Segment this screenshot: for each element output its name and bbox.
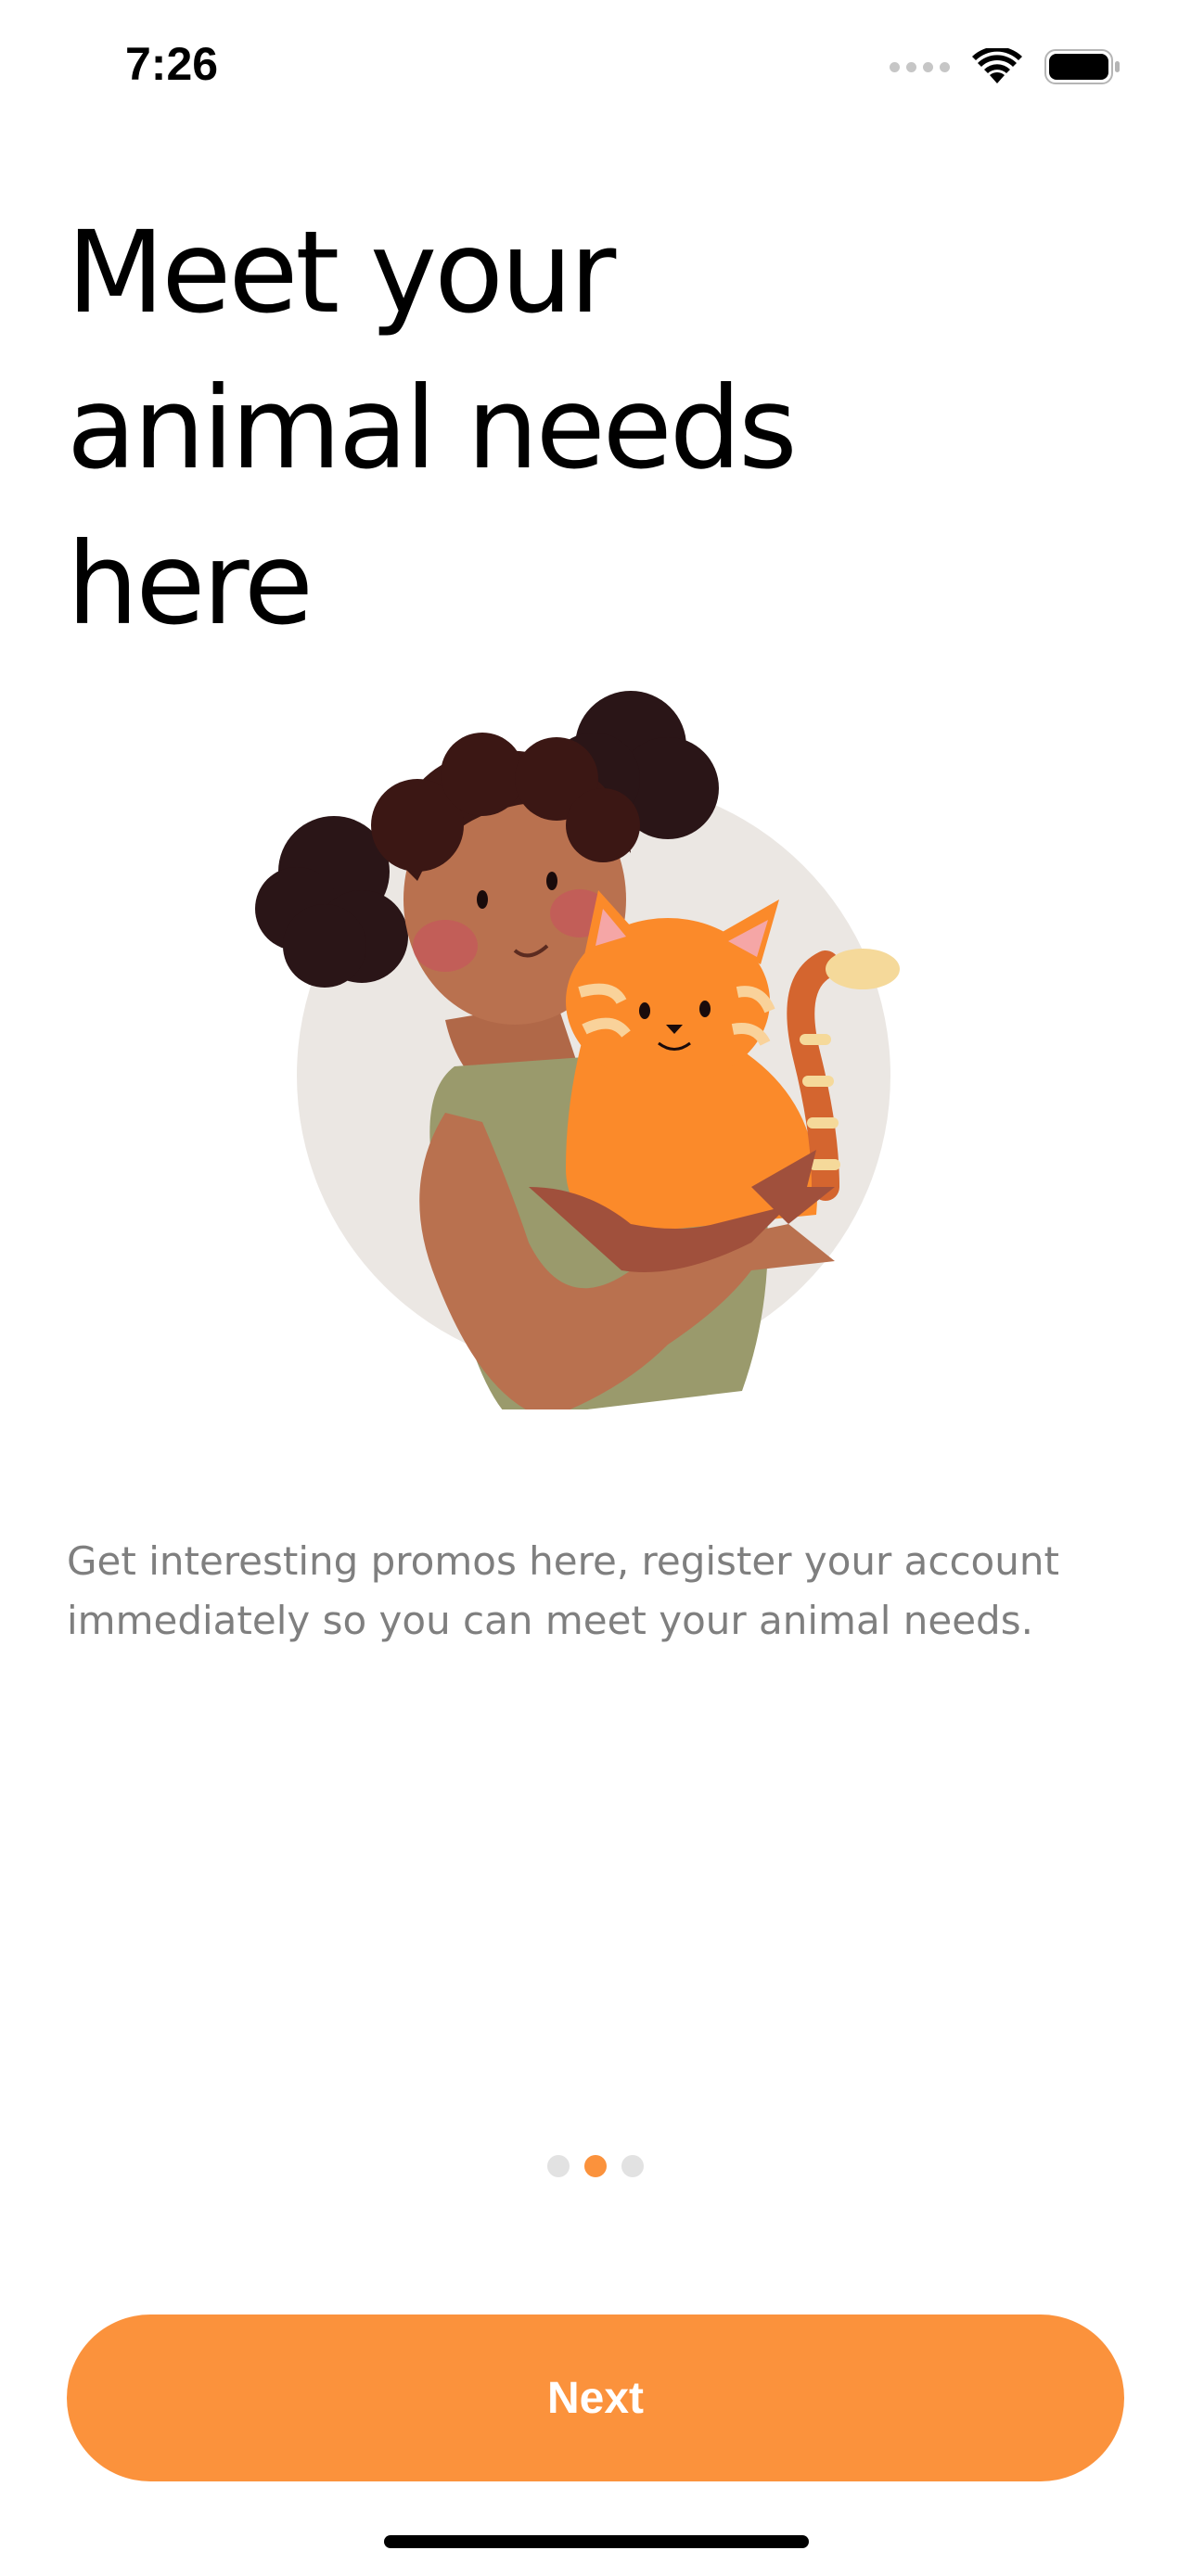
onboarding-description: Get interesting promos here, register yo…	[67, 1538, 1059, 1643]
page-dot-1[interactable]	[547, 2155, 570, 2177]
title-line-3: here	[67, 518, 314, 650]
battery-icon	[1044, 49, 1120, 84]
wifi-icon	[972, 48, 1022, 83]
status-bar: 7:26	[0, 0, 1191, 139]
pagination-dots	[0, 2155, 1191, 2177]
page-dot-3[interactable]	[621, 2155, 644, 2177]
title-line-2: animal needs	[67, 363, 798, 494]
status-time: 7:26	[125, 38, 219, 90]
status-icons	[890, 46, 1121, 87]
woman-holding-cat-illustration	[232, 668, 900, 1419]
next-button[interactable]: Next	[67, 2315, 1124, 2481]
title-line-1: Meet your	[67, 207, 616, 338]
home-indicator[interactable]	[384, 2535, 809, 2548]
page-dot-2-active[interactable]	[584, 2155, 607, 2177]
page-title: Meet your animal needs here	[67, 195, 1087, 662]
signal-icon	[890, 61, 950, 72]
